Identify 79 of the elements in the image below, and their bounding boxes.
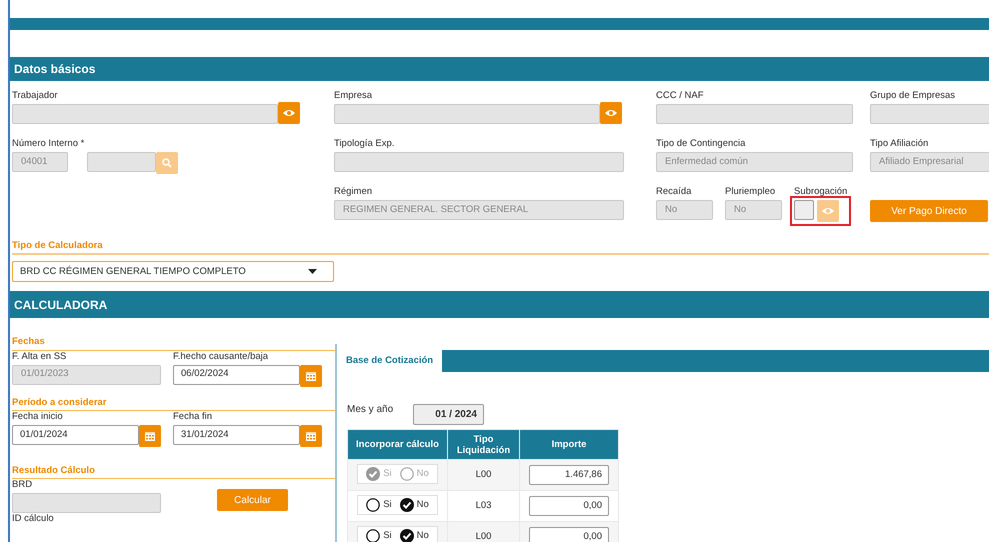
field-label: F. Alta en SS	[12, 350, 68, 364]
eye-icon	[822, 207, 834, 215]
radio-label: No	[416, 498, 429, 512]
input-field[interactable]: Afiliado Empresarial	[870, 152, 989, 172]
field-label: BRD	[12, 479, 34, 492]
calendar-icon	[145, 430, 155, 441]
group-title: Período a considerar	[12, 396, 107, 408]
group-title: Resultado Cálculo	[12, 464, 95, 476]
field-label: Número Interno *	[12, 138, 86, 151]
table-cell: L00	[448, 460, 520, 491]
field-label: CCC / NAF	[656, 90, 704, 103]
radio-group[interactable]: Si No	[357, 526, 438, 542]
calendar-button[interactable]	[139, 424, 161, 447]
radio-icon[interactable]	[366, 498, 380, 512]
month-field: 01 / 2024	[413, 404, 484, 426]
radio-label: Si	[383, 498, 392, 512]
field-label: Subrogación	[794, 186, 848, 199]
input-field[interactable]	[870, 104, 989, 124]
input-field[interactable]: Enfermedad común	[656, 152, 853, 172]
radio-label: No	[416, 467, 429, 482]
input-field[interactable]: 04001	[12, 152, 68, 172]
view-button[interactable]	[278, 102, 300, 124]
caret-icon	[308, 269, 317, 274]
calculate-button[interactable]: Calcular	[217, 489, 288, 511]
radio-label: No	[416, 529, 429, 542]
field-label: Fecha fin	[173, 410, 214, 424]
field-label: F.hecho causante/baja	[173, 350, 270, 364]
calendar-button[interactable]	[300, 364, 322, 386]
section-title: Datos básicos	[10, 57, 989, 81]
input-field[interactable]	[12, 104, 278, 124]
group-title: Fechas	[12, 336, 45, 348]
column-header: Importe	[520, 430, 618, 460]
search-icon	[162, 158, 172, 168]
view-button[interactable]	[600, 102, 622, 124]
calendar-icon	[306, 370, 316, 380]
calculator-type-select[interactable]: BRD CC RÉGIMEN GENERAL TIEMPO COMPLETO	[12, 261, 334, 282]
radio-checked-icon[interactable]	[400, 529, 414, 542]
field-label: Régimen	[334, 186, 374, 199]
section-title: CALCULADORA	[10, 291, 989, 318]
radio-group[interactable]: Si No	[357, 495, 438, 516]
input-field[interactable]: 31/01/2024	[173, 424, 300, 445]
field-label: Empresa	[334, 90, 374, 103]
radio-label: Si	[383, 467, 392, 482]
field-label: Mes y año	[347, 403, 394, 418]
input-field[interactable]: No	[656, 200, 713, 220]
input-field[interactable]: 06/02/2024	[173, 364, 300, 384]
field-label: Tipología Exp.	[334, 138, 396, 151]
eye-icon	[605, 109, 617, 117]
field-label: Pluriempleo	[725, 186, 776, 199]
field-label: Grupo de Empresas	[870, 90, 956, 103]
input-field[interactable]	[334, 152, 624, 172]
column-header: Tipo Liquidación	[448, 430, 520, 460]
field-label: Recaída	[656, 186, 692, 199]
field-label: Tipo de Contingencia	[656, 138, 746, 151]
radio-icon[interactable]	[366, 529, 380, 542]
eye-icon	[283, 109, 295, 117]
tab[interactable]: Base de Cotización	[337, 350, 442, 372]
calendar-button[interactable]	[300, 424, 322, 447]
section-label: Tipo de Calculadora	[12, 240, 103, 251]
input-field[interactable]	[334, 104, 600, 124]
amount-field[interactable]: 0,00	[529, 496, 609, 516]
input-field[interactable]	[656, 104, 853, 124]
radio-checked-icon[interactable]	[400, 498, 414, 512]
search-button[interactable]	[156, 152, 178, 174]
amount-field[interactable]: 0,00	[529, 527, 609, 542]
field-label: Trabajador	[12, 90, 59, 103]
field-label: Tipo Afiliación	[870, 138, 930, 151]
column-header: Incorporar cálculo	[348, 430, 448, 460]
input-field[interactable]: 01/01/2024	[12, 424, 139, 445]
input-field[interactable]: REGIMEN GENERAL. SECTOR GENERAL	[334, 200, 624, 220]
field-label: Fecha inicio	[12, 410, 64, 424]
field-label: ID cálculo	[12, 513, 55, 526]
checkbox[interactable]	[794, 200, 814, 220]
radio-label: Si	[383, 529, 392, 542]
input-field[interactable]	[87, 152, 156, 172]
input-field[interactable]: No	[725, 200, 782, 220]
table-cell: L00	[448, 522, 520, 542]
view-direct-payment-button[interactable]: Ver Pago Directo	[870, 200, 988, 222]
calendar-icon	[306, 430, 316, 441]
